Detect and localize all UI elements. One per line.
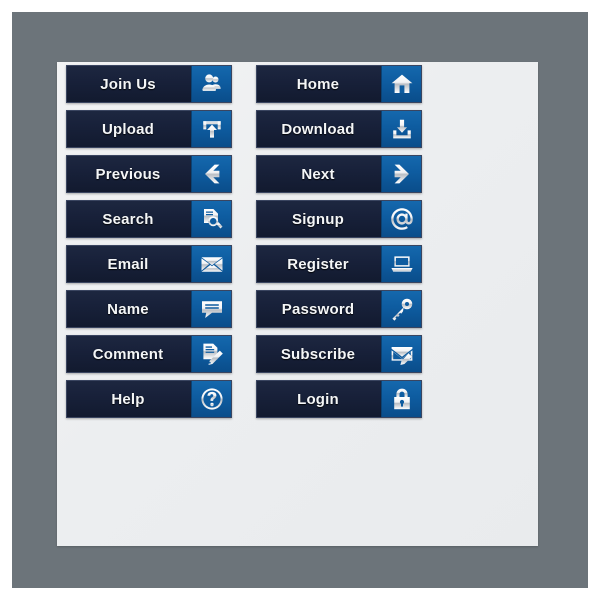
page-pen-icon[interactable]	[191, 336, 231, 372]
button-subscribe[interactable]: Subscribe	[256, 335, 422, 373]
button-name[interactable]: Name	[66, 290, 232, 328]
button-grid: Join Us Home Upload Download Previous Next Sea…	[66, 65, 422, 418]
button-password[interactable]: Password	[256, 290, 422, 328]
button-login[interactable]: Login	[256, 380, 422, 418]
button-register[interactable]: Register	[256, 245, 422, 283]
speech-bubble-icon[interactable]	[191, 291, 231, 327]
magnifier-page-icon[interactable]	[191, 201, 231, 237]
button-upload[interactable]: Upload	[66, 110, 232, 148]
button-label-download: Download	[281, 120, 355, 138]
button-label-join-us: Join Us	[100, 75, 156, 93]
button-join-us[interactable]: Join Us	[66, 65, 232, 103]
house-icon[interactable]	[381, 66, 421, 102]
button-label-login: Login	[297, 390, 339, 408]
button-previous[interactable]: Previous	[66, 155, 232, 193]
upload-arrow-icon[interactable]	[191, 111, 231, 147]
button-help[interactable]: Help	[66, 380, 232, 418]
download-tray-icon[interactable]	[381, 111, 421, 147]
button-label-register: Register	[287, 255, 349, 273]
button-label-help: Help	[111, 390, 145, 408]
key-icon[interactable]	[381, 291, 421, 327]
button-label-comment: Comment	[92, 345, 164, 363]
button-label-subscribe: Subscribe	[280, 345, 356, 363]
button-comment[interactable]: Comment	[66, 335, 232, 373]
question-circle-icon[interactable]	[191, 381, 231, 417]
button-label-signup: Signup	[291, 210, 345, 228]
button-label-password: Password	[281, 300, 355, 318]
screenshot-canvas: Join Us Home Upload Download Previous Next Sea…	[0, 0, 600, 600]
padlock-icon[interactable]	[381, 381, 421, 417]
envelope-icon[interactable]	[191, 246, 231, 282]
button-signup[interactable]: Signup	[256, 200, 422, 238]
at-sign-icon[interactable]	[381, 201, 421, 237]
button-label-search: Search	[102, 210, 154, 228]
users-icon[interactable]	[191, 66, 231, 102]
envelope-pen-icon[interactable]	[381, 336, 421, 372]
button-search[interactable]: Search	[66, 200, 232, 238]
button-download[interactable]: Download	[256, 110, 422, 148]
button-label-name: Name	[107, 300, 149, 318]
button-email[interactable]: Email	[66, 245, 232, 283]
button-label-next: Next	[301, 165, 335, 183]
button-next[interactable]: Next	[256, 155, 422, 193]
arrow-left-icon[interactable]	[191, 156, 231, 192]
button-label-email: Email	[107, 255, 149, 273]
button-label-home: Home	[296, 75, 340, 93]
laptop-icon[interactable]	[381, 246, 421, 282]
button-home[interactable]: Home	[256, 65, 422, 103]
arrow-right-icon[interactable]	[381, 156, 421, 192]
button-label-upload: Upload	[101, 120, 155, 138]
button-label-previous: Previous	[95, 165, 161, 183]
